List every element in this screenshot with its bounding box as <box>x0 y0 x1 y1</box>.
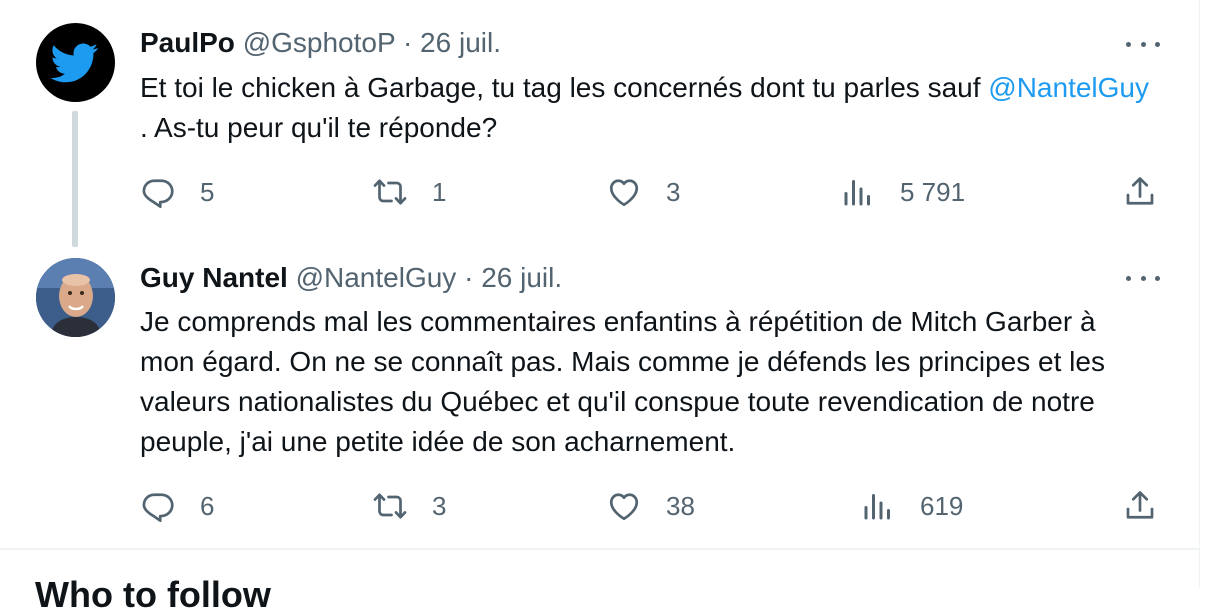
tweet-actions: 6 3 38 619 <box>140 486 1160 526</box>
tweet-text: Je comprends mal les commentaires enfant… <box>140 306 1105 457</box>
retweet-button[interactable]: 1 <box>372 172 446 212</box>
display-name[interactable]: Guy Nantel <box>140 262 288 293</box>
bird-icon <box>50 43 99 83</box>
reply-icon <box>142 493 174 523</box>
view-count: 619 <box>920 490 964 521</box>
like-button[interactable]: 3 <box>606 172 680 212</box>
retweet-button[interactable]: 3 <box>372 486 446 526</box>
tweet-header: Guy Nantel @NantelGuy · 26 juil. <box>140 260 562 296</box>
retweet-icon <box>373 493 407 519</box>
tweet-text-part: Et toi le chicken à Garbage, tu tag les … <box>140 72 989 103</box>
more-options-icon[interactable] <box>1126 34 1160 54</box>
heart-icon <box>609 179 639 207</box>
tweet-actions: 5 1 3 5 791 <box>140 172 1160 212</box>
like-count: 3 <box>666 176 681 207</box>
tweet-header: PaulPo @GsphotoP · 26 juil. <box>140 25 501 61</box>
analytics-icon <box>864 494 890 520</box>
reply-count: 6 <box>200 490 215 521</box>
tweet-date[interactable]: 26 juil. <box>420 27 501 58</box>
tweet-text-part: . As-tu peur qu'il te réponde? <box>140 112 498 143</box>
like-button[interactable]: 38 <box>606 486 695 526</box>
reply-icon <box>142 179 174 209</box>
thread-connector <box>72 111 78 247</box>
share-icon <box>1126 491 1154 519</box>
section-title: Who to follow <box>35 574 271 615</box>
heart-icon <box>609 493 639 521</box>
view-count: 5 791 <box>900 176 966 207</box>
tweet[interactable]: Guy Nantel @NantelGuy · 26 juil. Je comp… <box>0 240 1200 546</box>
analytics-icon <box>844 180 870 206</box>
share-icon <box>1126 177 1154 205</box>
retweet-count: 1 <box>432 176 447 207</box>
reply-count: 5 <box>200 176 215 207</box>
views-button[interactable]: 5 791 <box>840 172 965 212</box>
views-button[interactable]: 619 <box>860 486 963 526</box>
like-count: 38 <box>666 490 695 521</box>
tweet-date[interactable]: 26 juil. <box>481 262 562 293</box>
reply-button[interactable]: 5 <box>140 172 214 212</box>
retweet-count: 3 <box>432 490 447 521</box>
user-handle[interactable]: @GsphotoP <box>243 27 395 58</box>
avatar[interactable] <box>36 258 115 337</box>
tweet-text: Et toi le chicken à Garbage, tu tag les … <box>140 68 1150 148</box>
retweet-icon <box>373 179 407 205</box>
mention-link[interactable]: @NantelGuy <box>988 72 1149 103</box>
user-handle[interactable]: @NantelGuy <box>296 262 457 293</box>
more-options-icon[interactable] <box>1126 268 1160 288</box>
who-to-follow-section: Who to follow <box>0 548 1200 615</box>
avatar[interactable] <box>36 23 115 102</box>
tweet[interactable]: PaulPo @GsphotoP · 26 juil. Et toi le ch… <box>0 0 1200 247</box>
profile-photo <box>36 258 115 337</box>
separator: · <box>464 262 474 293</box>
reply-button[interactable]: 6 <box>140 486 214 526</box>
share-button[interactable] <box>1122 486 1158 526</box>
display-name[interactable]: PaulPo <box>140 27 235 58</box>
share-button[interactable] <box>1122 172 1158 212</box>
timeline-column: PaulPo @GsphotoP · 26 juil. Et toi le ch… <box>0 0 1200 615</box>
separator: · <box>402 27 413 58</box>
